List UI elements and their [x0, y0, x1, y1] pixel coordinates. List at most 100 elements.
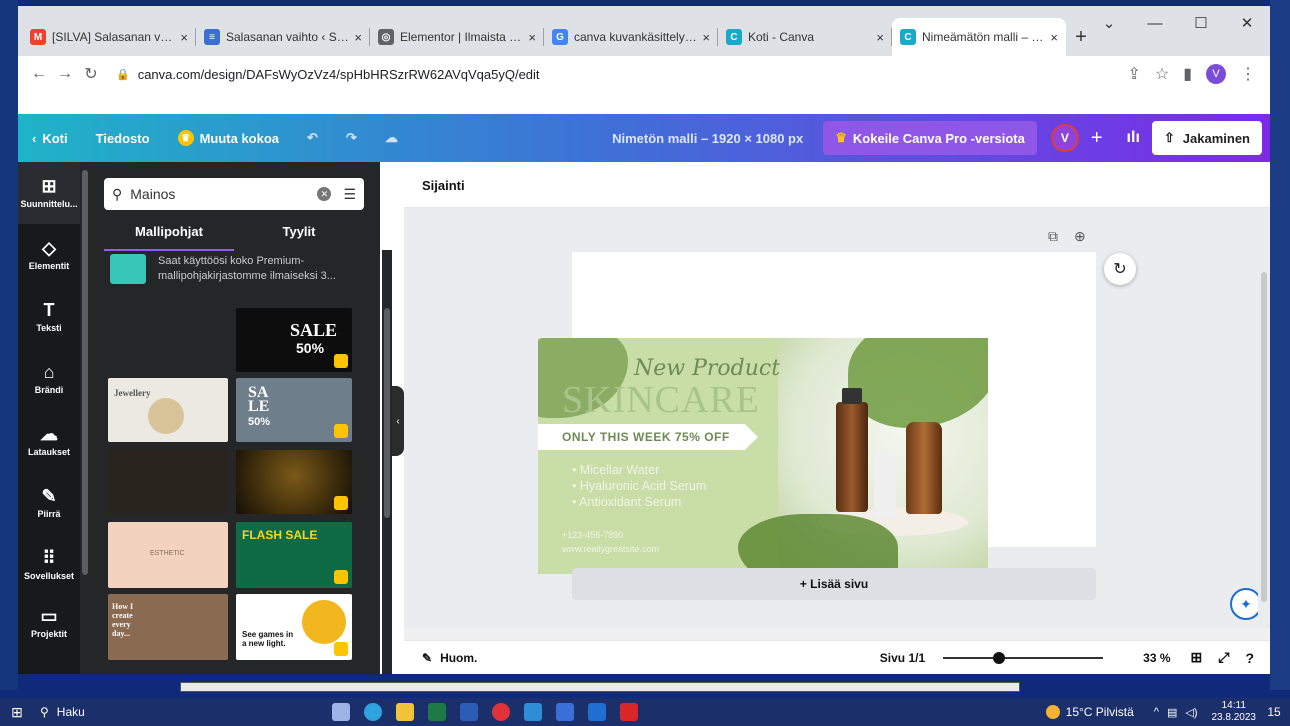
notes-button[interactable]: ✎ Huom.	[404, 651, 477, 665]
resize-button[interactable]: ♛ Muuta kokoa	[164, 130, 293, 146]
insights-icon[interactable]: ılı	[1115, 129, 1152, 147]
url-field[interactable]: 🔒 canva.com/design/DAFsWyOzVz4/spHbHRSzrR…	[116, 67, 540, 82]
fullscreen-icon[interactable]: ⤢	[1218, 649, 1229, 666]
browser-tab-2[interactable]: ◎ Elementor | Ilmaista mainc×	[370, 18, 544, 56]
tray-chevron-icon[interactable]: ^	[1154, 706, 1159, 719]
rail-item-brand[interactable]: ⌂ Brändi	[18, 348, 80, 410]
close-tab-icon[interactable]: ×	[180, 30, 188, 45]
position-button[interactable]: Sijainti	[422, 178, 465, 193]
template-thumb-sale-grey[interactable]: SA LE 50%	[236, 378, 352, 442]
canvas-horizontal-scrollbar[interactable]	[404, 628, 1270, 640]
rail-scrollbar[interactable]	[80, 162, 90, 674]
network-icon[interactable]: ▤	[1167, 706, 1177, 719]
vertical-scroll-thumb[interactable]	[1261, 272, 1267, 602]
panel-scrollbar[interactable]	[382, 250, 392, 674]
close-tab-icon[interactable]: ×	[528, 30, 536, 45]
file-explorer-icon[interactable]	[396, 703, 414, 721]
close-tab-icon[interactable]: ×	[876, 30, 884, 45]
menu-dots-icon[interactable]: ⋮	[1240, 64, 1256, 84]
tab-templates[interactable]: Mallipohjat	[104, 224, 234, 251]
refresh-icon[interactable]: ↻	[1104, 253, 1136, 285]
clear-search-icon[interactable]: ✕	[317, 187, 332, 201]
canvas-vertical-scrollbar[interactable]	[1258, 208, 1270, 628]
add-page-button[interactable]: + Lisää sivu	[572, 568, 1096, 600]
taskbar-search[interactable]: ⚲ Haku	[34, 705, 264, 719]
template-thumb-esthetic[interactable]: ESTHETIC	[108, 522, 228, 588]
redo-icon[interactable]: ↷	[332, 130, 371, 146]
store-icon[interactable]	[556, 703, 574, 721]
bookmark-star-icon[interactable]: ☆	[1155, 64, 1169, 84]
edge-icon[interactable]	[364, 703, 382, 721]
tab-styles[interactable]: Tyylit	[234, 224, 364, 251]
template-thumb-sale-gold[interactable]	[236, 450, 352, 514]
template-thumb-fashion-sale[interactable]: SALE 50%	[236, 308, 352, 372]
task-view-icon[interactable]	[332, 703, 350, 721]
photos-icon[interactable]	[524, 703, 542, 721]
reload-icon[interactable]: ↻	[78, 64, 104, 84]
skincare-ad-element[interactable]: New Product SKINCARE ONLY THIS WEEK 75% …	[538, 338, 988, 574]
close-window-icon[interactable]: ✕	[1224, 6, 1270, 40]
maximize-icon[interactable]: ☐	[1178, 6, 1224, 40]
browser-tab-3[interactable]: Gcanva kuvankäsittely – Goo ×	[544, 18, 718, 56]
template-thumb-dark-video[interactable]	[108, 450, 228, 514]
forward-icon[interactable]: →	[52, 65, 78, 83]
add-page-icon[interactable]: ⊕	[1074, 228, 1086, 245]
help-icon[interactable]: ?	[1245, 650, 1254, 666]
profile-avatar[interactable]: V	[1206, 64, 1226, 84]
rail-item-draw[interactable]: ✎ Piirrä	[18, 472, 80, 534]
browser-tab-0[interactable]: M [SILVA] Salasanan vaihto -×	[22, 18, 196, 56]
add-collaborator-icon[interactable]: +	[1091, 127, 1103, 150]
browser-tab-1[interactable]: ≡ Salasanan vaihto ‹ SILVA – ×	[196, 18, 370, 56]
notification-icon[interactable]: 15	[1264, 705, 1284, 719]
cloud-saved-icon[interactable]: ☁	[371, 130, 412, 146]
close-tab-icon[interactable]: ×	[354, 30, 362, 45]
page-indicator[interactable]: Sivu 1/1	[880, 651, 925, 665]
duplicate-page-icon[interactable]: ⧉	[1048, 228, 1058, 245]
premium-promo[interactable]: Saat käyttöösi koko Premium-mallipohjaki…	[110, 254, 360, 284]
windows-start-icon[interactable]: ⊞	[0, 704, 34, 721]
tab-search-icon[interactable]: ⌄	[1086, 6, 1132, 40]
template-thumb-flash-sale[interactable]: FLASH SALE	[236, 522, 352, 588]
side-panel-icon[interactable]: ▮	[1183, 64, 1192, 84]
excel-icon[interactable]	[428, 703, 446, 721]
template-thumb-see-games[interactable]: See games in a new light.	[236, 594, 352, 660]
template-search[interactable]: ⚲ Mainos ✕ ☰	[104, 178, 364, 210]
home-button[interactable]: ‹ Koti	[18, 131, 82, 146]
collapse-panel-button[interactable]: ‹	[392, 386, 404, 456]
rail-item-design[interactable]: ⊞ Suunnittelu...	[18, 162, 80, 224]
weather-widget[interactable]: 15°C Pilvistä	[1045, 705, 1134, 719]
template-thumb-jewellery[interactable]: Jewellery	[108, 378, 228, 442]
filter-icon[interactable]: ☰	[343, 186, 356, 203]
acrobat-icon[interactable]	[620, 703, 638, 721]
rail-item-uploads[interactable]: ☁ Lataukset	[18, 410, 80, 472]
minimize-icon[interactable]: —	[1132, 6, 1178, 40]
user-avatar[interactable]: V	[1050, 124, 1079, 152]
volume-icon[interactable]: ◁)	[1185, 706, 1197, 719]
rail-item-apps[interactable]: ⠿ Sovellukset	[18, 534, 80, 596]
template-thumb-how-i-create[interactable]: How I create every day...	[108, 594, 228, 660]
file-menu[interactable]: Tiedosto	[82, 131, 164, 146]
taskbar-clock[interactable]: 14:11 23.8.2023	[1212, 700, 1257, 724]
zoom-slider[interactable]	[943, 651, 1104, 664]
close-tab-icon[interactable]: ×	[702, 30, 710, 45]
grid-view-icon[interactable]: ⊞	[1191, 649, 1203, 666]
window-horizontal-scrollbar[interactable]	[180, 682, 1020, 692]
word-icon[interactable]	[460, 703, 478, 721]
undo-icon[interactable]: ↶	[293, 130, 332, 146]
zoom-level[interactable]: 33 %	[1143, 651, 1170, 665]
back-icon[interactable]: ←	[26, 65, 52, 83]
design-title[interactable]: Nimetön malli – 1920 × 1080 px	[612, 131, 823, 146]
panel-scroll-thumb[interactable]	[384, 308, 390, 518]
outlook-icon[interactable]	[588, 703, 606, 721]
opera-icon[interactable]	[492, 703, 510, 721]
close-tab-icon[interactable]: ×	[1050, 30, 1058, 45]
try-pro-button[interactable]: ♛ Kokeile Canva Pro -versiota	[823, 121, 1037, 155]
rail-scroll-thumb[interactable]	[82, 170, 88, 575]
browser-tab-4[interactable]: C Koti - Canva ×	[718, 18, 892, 56]
share-page-icon[interactable]: ⇪	[1127, 64, 1140, 84]
search-input[interactable]: Mainos	[130, 186, 317, 202]
share-button[interactable]: ⇧ Jakaminen	[1151, 121, 1262, 155]
rail-item-elements[interactable]: ◇ Elementit	[18, 224, 80, 286]
rail-item-text[interactable]: T Teksti	[18, 286, 80, 348]
zoom-slider-handle[interactable]	[993, 651, 1006, 664]
